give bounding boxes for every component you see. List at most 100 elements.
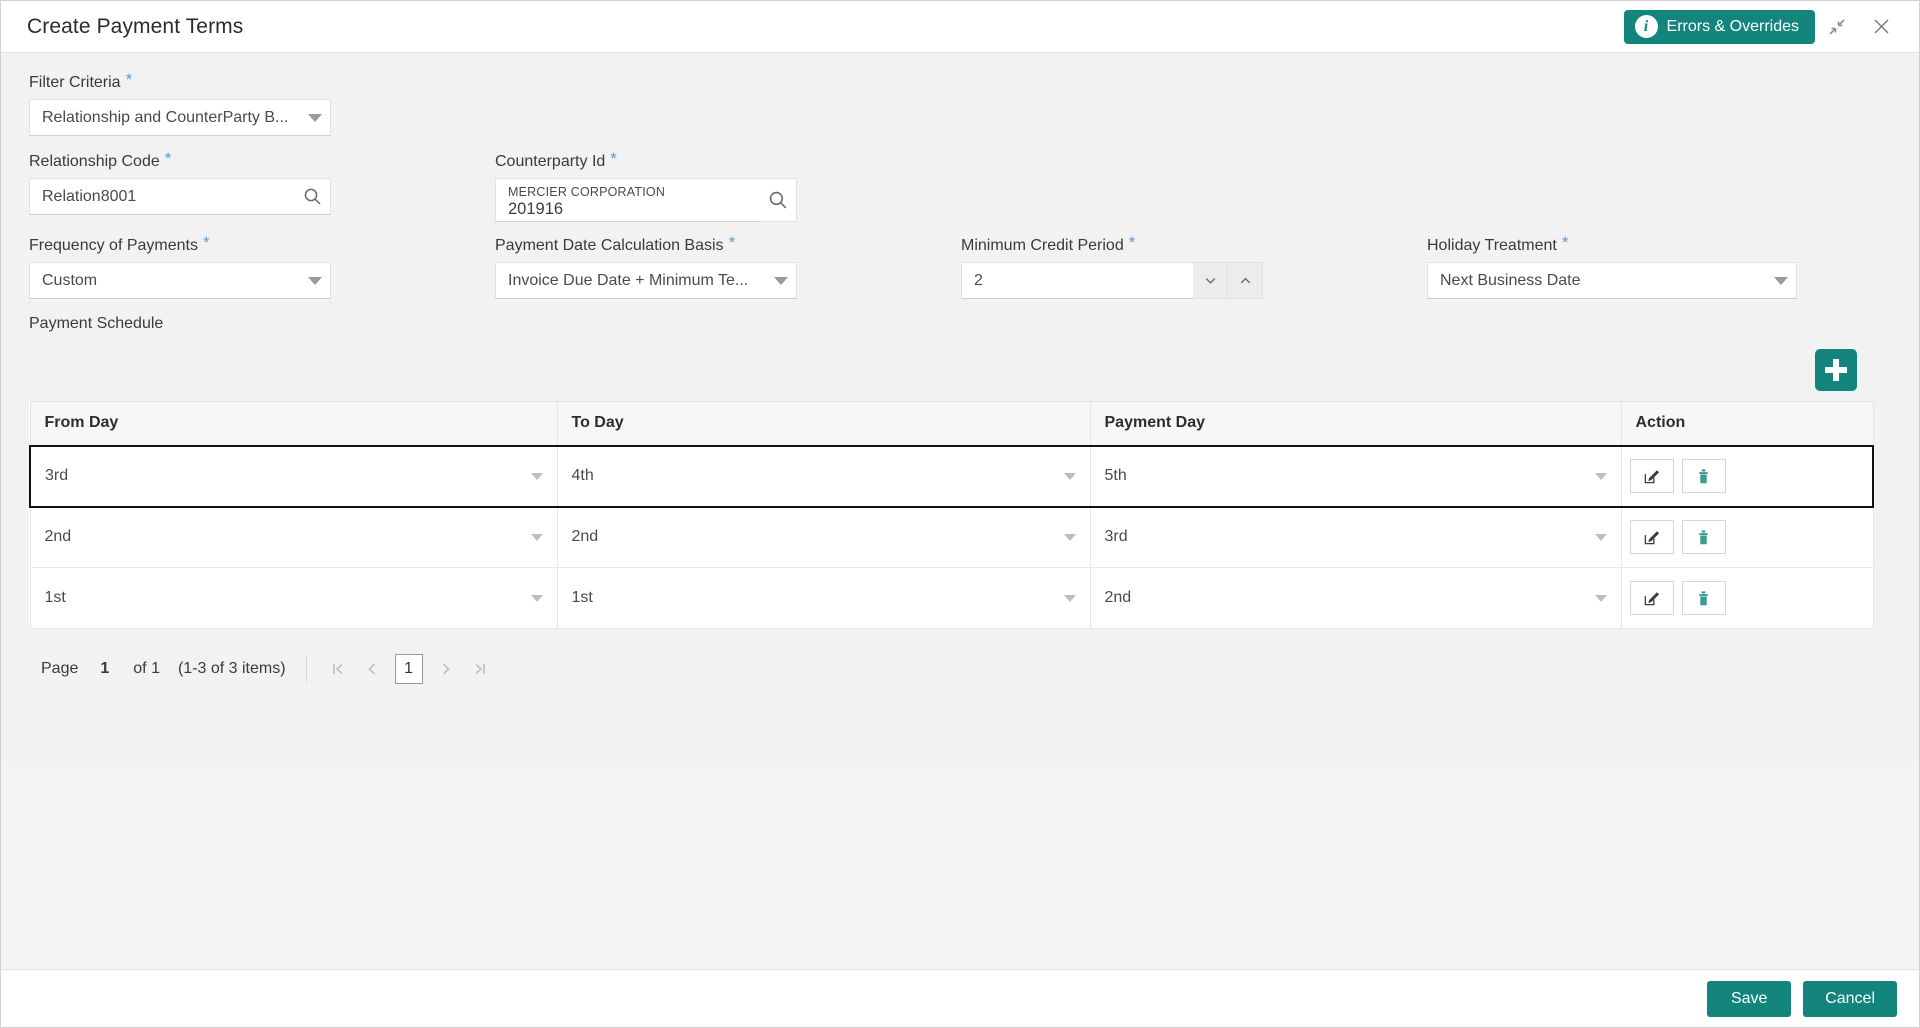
payment-terms-form: Filter Criteria * Relationship and Count… bbox=[1, 53, 1919, 765]
chevron-down-icon bbox=[530, 594, 543, 602]
chevron-down-icon[interactable] bbox=[1193, 262, 1228, 299]
chevron-down-icon bbox=[1594, 594, 1607, 602]
required-marker: * bbox=[1128, 233, 1136, 252]
search-icon[interactable] bbox=[303, 187, 322, 206]
to-day-value: 1st bbox=[571, 589, 593, 606]
chevron-up-icon[interactable] bbox=[1228, 262, 1263, 299]
last-page-icon[interactable] bbox=[463, 652, 497, 686]
chevron-down-icon bbox=[1774, 276, 1788, 285]
minimum-credit-period-label: Minimum Credit Period * bbox=[961, 233, 1136, 254]
cell-from-day[interactable]: 1st bbox=[29, 567, 558, 629]
field-filter-criteria: Filter Criteria * Relationship and Count… bbox=[29, 70, 495, 136]
from-day-value: 2nd bbox=[44, 528, 72, 546]
items-count-label: (1-3 of 3 items) bbox=[177, 660, 286, 677]
edit-icon[interactable] bbox=[1629, 581, 1674, 615]
payment-day-value: 3rd bbox=[1104, 528, 1128, 546]
trash-icon[interactable] bbox=[1681, 520, 1726, 555]
create-payment-terms-window: Create Payment Terms i Errors & Override… bbox=[0, 0, 1920, 1028]
trash-icon[interactable] bbox=[1681, 459, 1726, 493]
table-row[interactable]: 1st 1st 2nd bbox=[29, 567, 1874, 629]
prev-page-icon[interactable] bbox=[355, 652, 389, 686]
cell-from-day[interactable]: 3rd bbox=[29, 444, 558, 508]
counterparty-id-input[interactable]: MERCIER CORPORATION 201916 bbox=[495, 178, 761, 222]
field-frequency-of-payments: Frequency of Payments * Custom bbox=[29, 233, 495, 299]
page-of-label: of 1 bbox=[133, 660, 160, 677]
page-word: Page bbox=[41, 660, 79, 677]
cancel-button[interactable]: Cancel bbox=[1803, 980, 1897, 1017]
edit-icon[interactable] bbox=[1629, 520, 1674, 555]
info-icon: i bbox=[1634, 15, 1658, 38]
chevron-down-icon bbox=[1594, 472, 1607, 480]
dialog-footer: Save Cancel bbox=[1, 969, 1919, 1027]
payment-date-calculation-basis-select[interactable]: Invoice Due Date + Minimum Te... bbox=[495, 262, 797, 299]
counterparty-id-lookup: MERCIER CORPORATION 201916 bbox=[495, 178, 797, 222]
form-row-relationship: Relationship Code * Relation8001 Counter… bbox=[29, 149, 1891, 222]
required-marker: * bbox=[1561, 233, 1569, 252]
frequency-of-payments-label: Frequency of Payments * bbox=[29, 233, 210, 254]
cell-to-day[interactable]: 1st bbox=[556, 567, 1091, 629]
cell-to-day[interactable]: 2nd bbox=[556, 506, 1091, 568]
chevron-down-icon bbox=[308, 113, 322, 122]
cell-to-day[interactable]: 4th bbox=[556, 444, 1091, 508]
edit-icon[interactable] bbox=[1629, 459, 1674, 493]
current-page-number: 1 bbox=[100, 660, 110, 677]
required-marker: * bbox=[202, 233, 210, 252]
frequency-of-payments-select[interactable]: Custom bbox=[29, 262, 331, 299]
holiday-treatment-value: Next Business Date bbox=[1440, 271, 1581, 289]
field-counterparty-id: Counterparty Id * MERCIER CORPORATION 20… bbox=[495, 149, 961, 222]
cell-payment-day[interactable]: 5th bbox=[1089, 444, 1622, 508]
required-marker: * bbox=[728, 233, 736, 252]
collapse-icon[interactable] bbox=[1815, 5, 1859, 49]
required-marker: * bbox=[125, 70, 133, 89]
minimum-credit-period-value: 2 bbox=[974, 271, 983, 289]
counterparty-name: MERCIER CORPORATION bbox=[508, 184, 666, 199]
from-day-value: 1st bbox=[44, 589, 66, 606]
required-marker: * bbox=[610, 149, 617, 168]
dialog-content: Filter Criteria * Relationship and Count… bbox=[1, 53, 1919, 1027]
cell-payment-day[interactable]: 3rd bbox=[1089, 506, 1622, 568]
required-marker: * bbox=[164, 149, 172, 168]
minimum-credit-period-input[interactable]: 2 bbox=[961, 262, 1193, 299]
close-icon[interactable] bbox=[1859, 5, 1903, 49]
table-row[interactable]: 3rd 4th 5th bbox=[29, 444, 1874, 508]
chevron-down-icon bbox=[530, 533, 543, 541]
errors-and-overrides-button[interactable]: i Errors & Overrides bbox=[1623, 9, 1815, 44]
table-body: 3rd 4th 5th 2nd 2nd 3rd 1st 1st 2nd bbox=[29, 444, 1874, 629]
next-page-icon[interactable] bbox=[429, 652, 463, 686]
pagination-divider bbox=[305, 656, 307, 682]
trash-icon[interactable] bbox=[1681, 581, 1726, 615]
holiday-treatment-label: Holiday Treatment * bbox=[1427, 233, 1569, 254]
relationship-code-label: Relationship Code * bbox=[29, 149, 172, 170]
filter-criteria-label: Filter Criteria * bbox=[29, 70, 133, 91]
minimum-credit-period-stepper: 2 bbox=[961, 262, 1427, 299]
table-row[interactable]: 2nd 2nd 3rd bbox=[29, 506, 1874, 568]
form-row-payment-settings: Frequency of Payments * Custom Payment D… bbox=[29, 233, 1891, 299]
relationship-code-input[interactable]: Relation8001 bbox=[29, 178, 331, 215]
payment-day-value: 2nd bbox=[1104, 589, 1132, 606]
from-day-value: 3rd bbox=[45, 467, 69, 484]
add-row-button[interactable] bbox=[1815, 349, 1857, 391]
save-button[interactable]: Save bbox=[1707, 980, 1792, 1017]
counterparty-number: 201916 bbox=[508, 199, 564, 218]
form-row-filter-criteria: Filter Criteria * Relationship and Count… bbox=[29, 70, 1891, 136]
cell-payment-day[interactable]: 2nd bbox=[1089, 567, 1622, 629]
cell-from-day[interactable]: 2nd bbox=[29, 506, 558, 568]
column-header-action: Action bbox=[1620, 401, 1874, 446]
pagination: Page 1 of 1 (1-3 of 3 items) 1 bbox=[29, 629, 1891, 691]
column-header-to-day: To Day bbox=[556, 401, 1091, 446]
payment-schedule-label: Payment Schedule bbox=[29, 315, 164, 332]
chevron-down-icon bbox=[1063, 594, 1076, 602]
to-day-value: 4th bbox=[571, 467, 594, 484]
to-day-value: 2nd bbox=[571, 528, 599, 546]
counterparty-search-icon[interactable] bbox=[760, 178, 797, 222]
relationship-code-value: Relation8001 bbox=[42, 187, 137, 205]
page-number-button[interactable]: 1 bbox=[394, 654, 423, 684]
field-minimum-credit-period: Minimum Credit Period * 2 bbox=[961, 233, 1427, 299]
first-page-icon[interactable] bbox=[321, 652, 355, 686]
table-header-row: From Day To Day Payment Day Action bbox=[29, 401, 1874, 446]
holiday-treatment-select[interactable]: Next Business Date bbox=[1427, 262, 1797, 299]
chevron-down-icon bbox=[1063, 533, 1076, 541]
chevron-down-icon bbox=[774, 276, 788, 285]
filter-criteria-select[interactable]: Relationship and CounterParty B... bbox=[29, 99, 331, 136]
cell-action bbox=[1620, 444, 1874, 508]
